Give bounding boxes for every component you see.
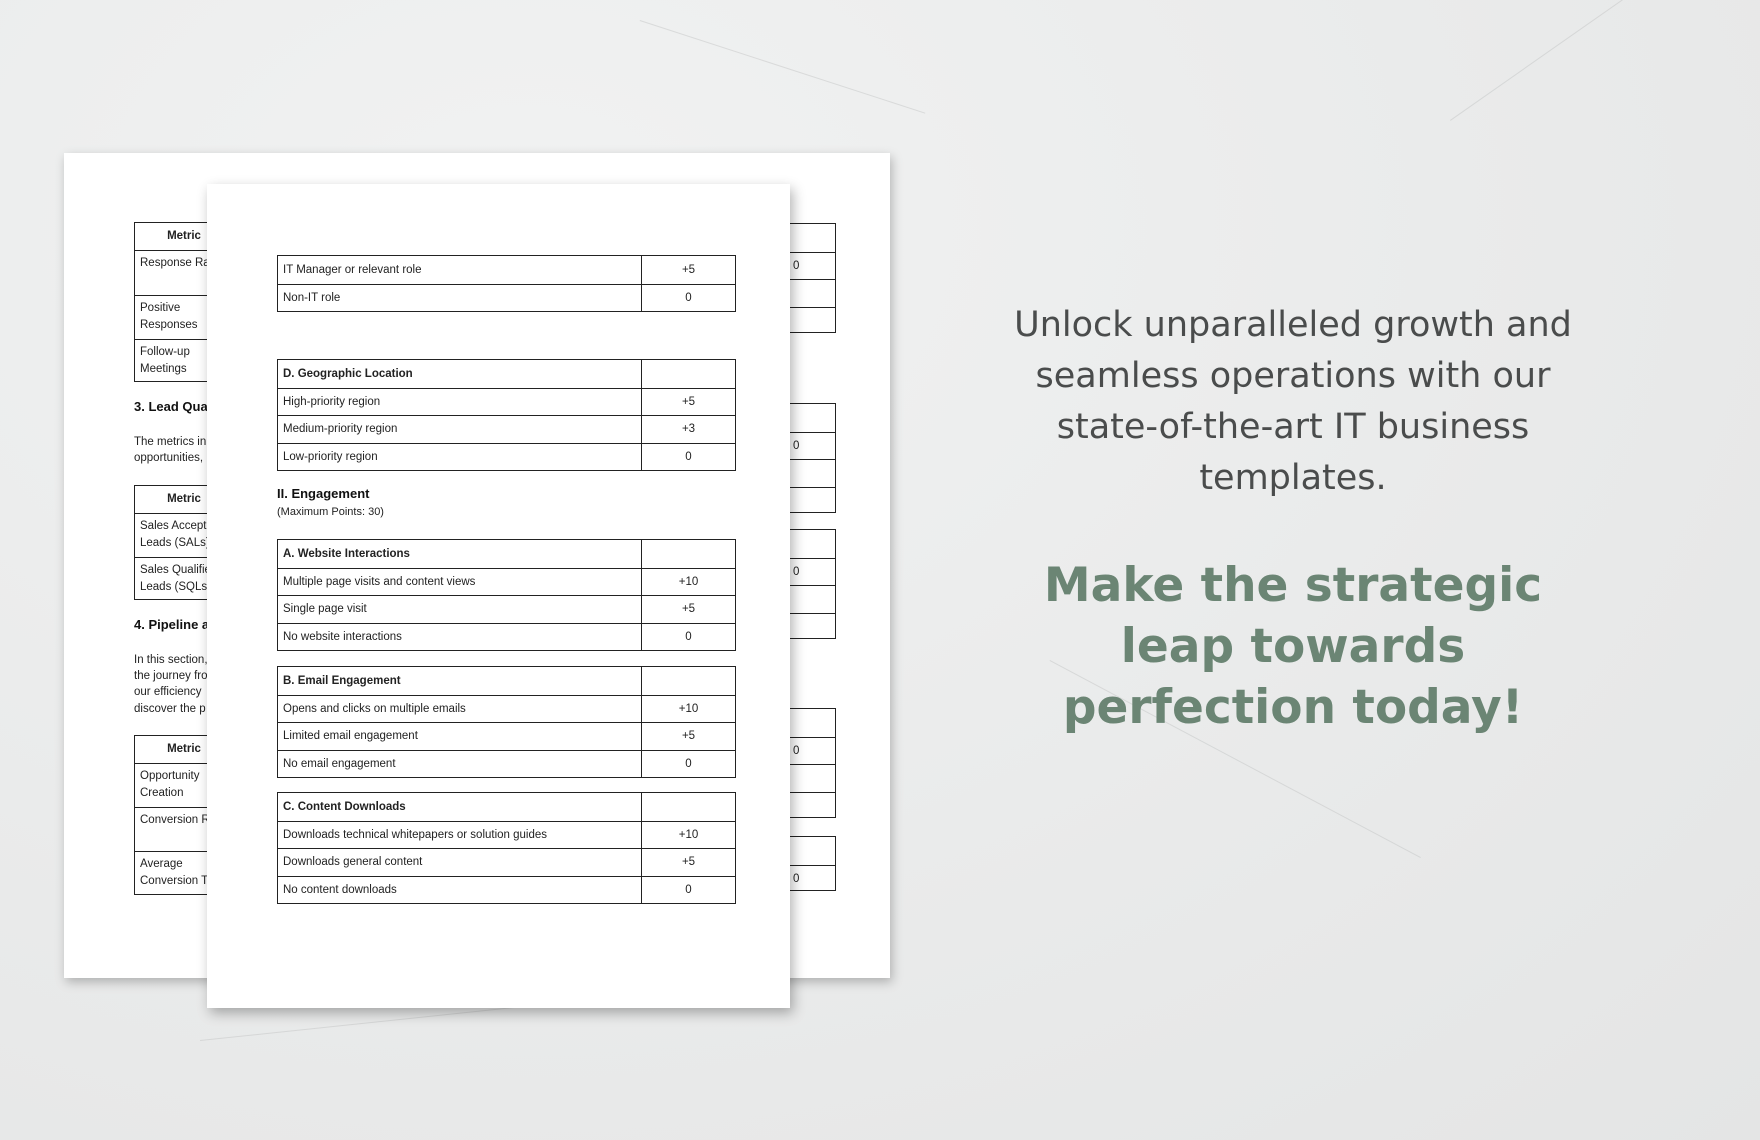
fragment-value: 0 [793,872,800,885]
table-row: Medium-priority region +3 [278,415,735,443]
table-row: No website interactions 0 [278,622,735,650]
table-row: No email engagement 0 [278,749,735,777]
paragraph-line: the journey fro [134,670,208,682]
table-title: D. Geographic Location [283,367,413,380]
table-header: B. Email Engagement [278,667,735,695]
table-row: No content downloads 0 [278,875,735,903]
tagline-text: Unlock unparalleled growth and seamless … [1014,305,1572,498]
engagement-subtitle: (Maximum Points: 30) [277,506,384,518]
role-table: IT Manager or relevant role +5 Non-IT rol… [277,255,736,312]
table-header: C. Content Downloads [278,793,735,821]
points-value: 0 [641,876,735,903]
fragment-value: 0 [793,565,800,578]
criterion-label: Limited email engagement [283,730,418,743]
criterion-label: Downloads general content [283,856,423,869]
points-value: +5 [641,723,735,750]
points-value: +5 [641,849,735,876]
table-row: Non-IT role 0 [278,283,735,311]
paragraph-line: In this section, [134,654,208,666]
points-value: 0 [641,623,735,650]
criterion-label: IT Manager or relevant role [283,263,422,276]
table-row: Limited email engagement +5 [278,722,735,750]
criterion-label: Multiple page visits and content views [283,575,476,588]
points-value: +5 [641,388,735,415]
paragraph-line: our efficiency [134,686,202,698]
table-row: High-priority region +5 [278,387,735,415]
paragraph-line: The metrics in [134,436,207,448]
table-title: B. Email Engagement [283,674,401,687]
section-heading: 4. Pipeline a [134,617,210,632]
call-to-action-heading: Make the strategic leap towards perfecti… [1043,558,1543,735]
engagement-heading: II. Engagement [277,486,370,501]
email-engagement-table: B. Email Engagement Opens and clicks on … [277,666,736,778]
content-downloads-table: C. Content Downloads Downloads technical… [277,792,736,904]
table-row: Downloads technical whitepapers or solut… [278,820,735,848]
paragraph-line: opportunities, [134,452,204,464]
table-header: A. Website Interactions [278,540,735,568]
table-row: Downloads general content +5 [278,848,735,876]
points-value: 0 [641,443,735,470]
fragment-value: 0 [793,259,800,272]
criterion-label: Single page visit [283,603,367,616]
points-value: 0 [641,750,735,777]
marble-vein [1450,0,1697,121]
table-row: Low-priority region 0 [278,442,735,470]
marble-vein [639,20,926,114]
criterion-label: Opens and clicks on multiple emails [283,702,466,715]
table-row: Single page visit +5 [278,595,735,623]
points-value: 0 [641,284,735,311]
criterion-label: Low-priority region [283,450,378,463]
table-row: Opens and clicks on multiple emails +10 [278,694,735,722]
paragraph-line: discover the p [134,703,206,715]
points-value: +10 [641,821,735,848]
criterion-label: Downloads technical whitepapers or solut… [283,828,548,841]
fragment-value: 0 [793,439,800,452]
table-row: IT Manager or relevant role +5 [278,256,735,284]
points-value: +5 [641,256,735,284]
points-value: +10 [641,568,735,595]
section-heading: 3. Lead Qua [134,399,208,414]
geographic-location-table: D. Geographic Location High-priority reg… [277,359,736,471]
criterion-label: High-priority region [283,395,381,408]
table-row: Multiple page visits and content views +1… [278,567,735,595]
criterion-label: No content downloads [283,883,397,896]
criterion-label: No website interactions [283,630,402,643]
criterion-label: Non-IT role [283,291,341,304]
table-title: A. Website Interactions [283,547,410,560]
fragment-value: 0 [793,744,800,757]
criterion-label: Medium-priority region [283,423,398,436]
website-interactions-table: A. Website Interactions Multiple page vi… [277,539,736,651]
table-title: C. Content Downloads [283,800,406,813]
points-value: +5 [641,596,735,623]
table-header: D. Geographic Location [278,360,735,388]
criterion-label: No email engagement [283,757,396,770]
points-value: +10 [641,695,735,722]
points-value: +3 [641,416,735,443]
front-document-page: IT Manager or relevant role +5 Non-IT rol… [207,184,790,1008]
